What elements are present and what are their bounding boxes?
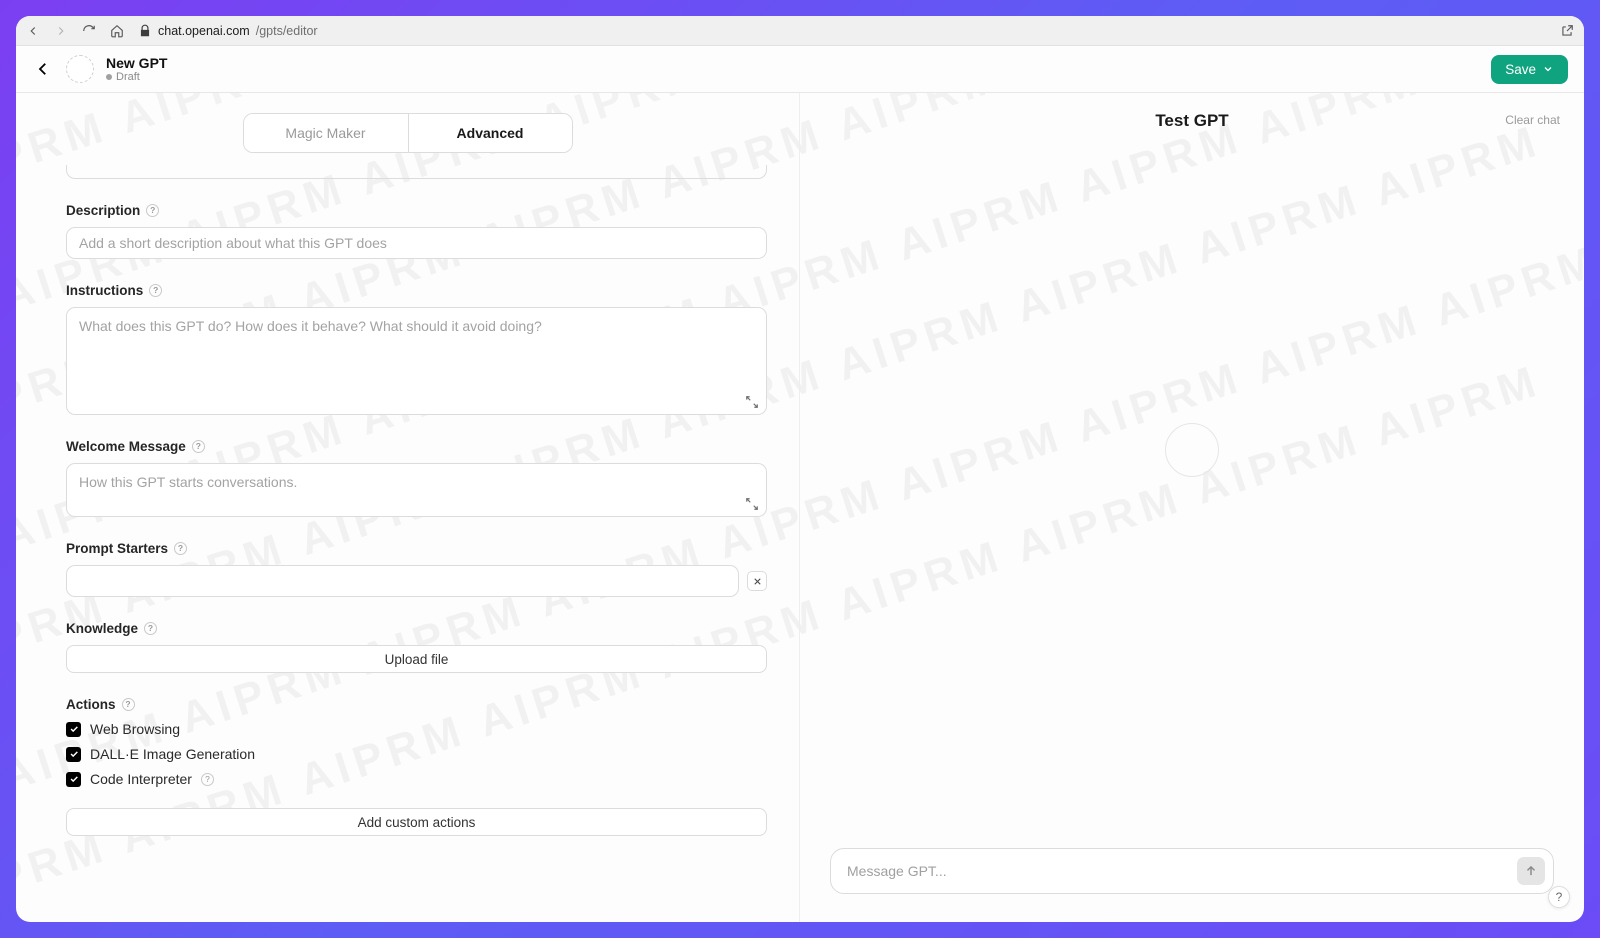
- app-window: chat.openai.com/gpts/editor New GPT Draf…: [16, 16, 1584, 922]
- browser-toolbar: chat.openai.com/gpts/editor: [16, 16, 1584, 46]
- tab-magic-maker[interactable]: Magic Maker: [244, 114, 408, 152]
- checked-icon: [66, 747, 81, 762]
- expand-icon[interactable]: [745, 497, 759, 511]
- back-button[interactable]: [32, 58, 54, 80]
- welcome-input[interactable]: [66, 463, 767, 517]
- chat-text-field[interactable]: [847, 863, 1509, 879]
- url-bar[interactable]: chat.openai.com/gpts/editor: [138, 24, 318, 38]
- configure-pane: Magic Maker Advanced Description ?: [16, 93, 800, 922]
- url-host: chat.openai.com: [158, 24, 250, 38]
- gpt-avatar-placeholder[interactable]: [66, 55, 94, 83]
- prompt-starters-label: Prompt Starters ?: [66, 541, 767, 556]
- open-external-icon[interactable]: [1560, 24, 1574, 38]
- description-input[interactable]: [66, 227, 767, 259]
- preview-avatar-placeholder: [1165, 423, 1219, 477]
- checked-icon: [66, 772, 81, 787]
- help-icon[interactable]: ?: [192, 440, 205, 453]
- name-field-partial[interactable]: [66, 165, 767, 179]
- checkbox-dalle[interactable]: DALL·E Image Generation: [66, 746, 767, 762]
- page-title: New GPT: [106, 55, 167, 71]
- checked-icon: [66, 722, 81, 737]
- help-icon[interactable]: ?: [149, 284, 162, 297]
- preview-title: Test GPT: [1155, 111, 1228, 131]
- upload-file-button[interactable]: Upload file: [66, 645, 767, 673]
- browser-forward-icon[interactable]: [54, 24, 68, 38]
- add-custom-actions-button[interactable]: Add custom actions: [66, 808, 767, 836]
- lock-icon: [138, 24, 152, 38]
- help-icon[interactable]: ?: [201, 773, 214, 786]
- status-dot-icon: [106, 74, 112, 80]
- browser-reload-icon[interactable]: [82, 24, 96, 38]
- tab-row: Magic Maker Advanced: [16, 93, 799, 165]
- status-badge: Draft: [106, 71, 167, 84]
- form-scroll[interactable]: Description ? Instructions ?: [16, 165, 799, 922]
- help-icon[interactable]: ?: [146, 204, 159, 217]
- tab-advanced[interactable]: Advanced: [408, 114, 572, 152]
- instructions-label: Instructions ?: [66, 283, 767, 298]
- description-label: Description ?: [66, 203, 767, 218]
- send-button[interactable]: [1517, 857, 1545, 885]
- checkbox-web-browsing[interactable]: Web Browsing: [66, 721, 767, 737]
- app-header: New GPT Draft Save: [16, 46, 1584, 93]
- tab-group: Magic Maker Advanced: [243, 113, 573, 153]
- url-path: /gpts/editor: [256, 24, 318, 38]
- instructions-input[interactable]: [66, 307, 767, 415]
- help-icon[interactable]: ?: [122, 698, 135, 711]
- remove-prompt-button[interactable]: [747, 571, 767, 591]
- help-icon[interactable]: ?: [144, 622, 157, 635]
- checkbox-code-interpreter[interactable]: Code Interpreter ?: [66, 771, 767, 787]
- main-area: AIPRM AIPRM AIPRM AIPRM AIPRM AIPRM AIPR…: [16, 93, 1584, 922]
- welcome-label: Welcome Message ?: [66, 439, 767, 454]
- chat-input[interactable]: [830, 848, 1554, 894]
- browser-home-icon[interactable]: [110, 24, 124, 38]
- help-floating-button[interactable]: ?: [1548, 886, 1570, 908]
- prompt-starter-input[interactable]: [66, 565, 739, 597]
- help-icon[interactable]: ?: [174, 542, 187, 555]
- clear-chat-button[interactable]: Clear chat: [1505, 113, 1560, 127]
- expand-icon[interactable]: [745, 395, 759, 409]
- browser-back-icon[interactable]: [26, 24, 40, 38]
- knowledge-label: Knowledge ?: [66, 621, 767, 636]
- actions-label: Actions ?: [66, 697, 767, 712]
- save-button[interactable]: Save: [1491, 55, 1568, 84]
- preview-pane: Test GPT Clear chat: [800, 93, 1584, 922]
